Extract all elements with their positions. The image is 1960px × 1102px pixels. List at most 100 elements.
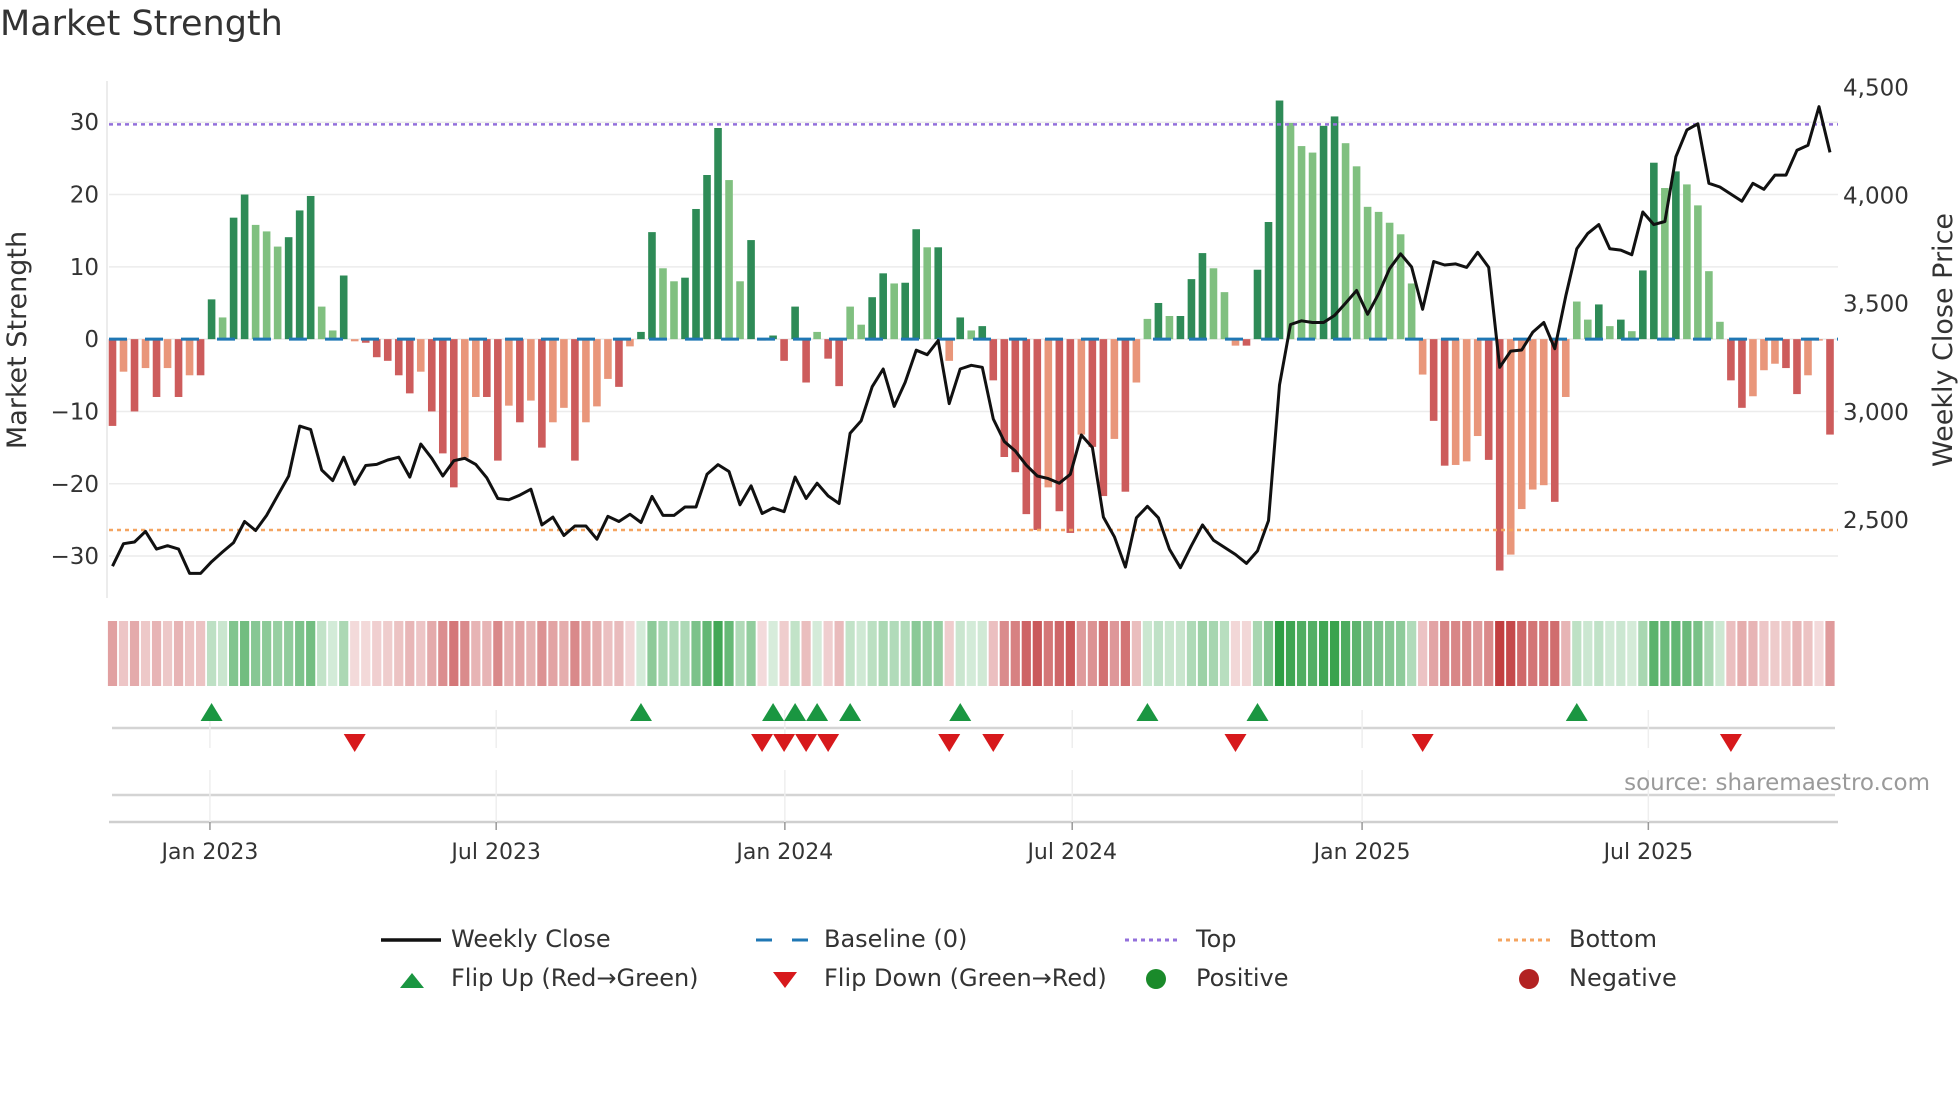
strength-bar xyxy=(1760,339,1768,371)
strength-bar xyxy=(196,339,205,376)
heat-cell xyxy=(107,621,118,686)
flip-up-marker xyxy=(629,703,652,721)
heat-cell xyxy=(1781,621,1791,686)
legend-line-dotted-icon xyxy=(1498,925,1558,955)
heat-cell xyxy=(1495,621,1505,686)
y2-tick-label: 2,500 xyxy=(1843,508,1909,534)
strength-bar xyxy=(1165,316,1174,340)
strength-bar xyxy=(1617,319,1625,340)
flip-down-marker xyxy=(1719,734,1742,752)
heat-cell xyxy=(1473,621,1483,686)
heat-cell xyxy=(1803,621,1813,686)
strength-bar xyxy=(405,339,414,394)
heat-cell xyxy=(1550,621,1560,686)
strength-bar xyxy=(1341,143,1350,340)
heat-cell xyxy=(262,621,272,686)
heat-cell xyxy=(295,621,305,686)
strength-bar xyxy=(1826,339,1834,435)
heat-cell xyxy=(625,621,635,686)
heat-cell xyxy=(206,621,217,686)
heat-cell xyxy=(867,621,877,686)
heat-cell xyxy=(526,621,536,686)
heat-cell xyxy=(1351,621,1362,686)
strength-bar xyxy=(1275,100,1284,340)
strength-bar xyxy=(1572,301,1581,340)
heat-cell xyxy=(856,621,866,686)
x-tick-label: Jan 2023 xyxy=(159,840,258,865)
heat-cell xyxy=(217,621,228,686)
strength-bar xyxy=(1110,339,1119,439)
heat-cell xyxy=(1770,621,1780,686)
strength-bar xyxy=(846,306,854,340)
strength-bar xyxy=(163,339,172,369)
heat-cell xyxy=(801,621,811,686)
heat-cell xyxy=(570,621,580,686)
heat-cell xyxy=(922,621,932,686)
heat-cell xyxy=(504,621,514,686)
strength-bar xyxy=(350,339,359,342)
flip-up-marker xyxy=(1136,703,1159,721)
strength-bar xyxy=(1176,316,1185,340)
strength-bar xyxy=(152,339,161,397)
strength-bar xyxy=(1319,125,1328,340)
heat-cell xyxy=(118,621,129,686)
heat-cell xyxy=(669,621,679,686)
strength-bar xyxy=(923,247,932,340)
strength-bars xyxy=(108,100,1834,571)
strength-bar xyxy=(1121,339,1130,492)
heat-cell xyxy=(1230,621,1241,686)
legend-triangle-down-icon xyxy=(754,964,814,994)
heat-cell xyxy=(988,621,998,686)
strength-bar xyxy=(659,268,667,340)
strength-bar xyxy=(1517,339,1526,510)
strength-bar xyxy=(1187,279,1196,340)
strength-bar xyxy=(1561,339,1570,397)
heat-cell xyxy=(1109,621,1119,686)
heat-cell xyxy=(173,621,184,686)
heat-cell xyxy=(195,621,206,686)
heat-cell xyxy=(140,621,151,686)
heat-cell xyxy=(1616,621,1626,686)
strength-bar xyxy=(240,194,249,340)
x-tick-label: Jan 2024 xyxy=(734,840,833,865)
strength-bar xyxy=(251,224,260,340)
flip-up-marker xyxy=(784,703,807,721)
flip-down-marker xyxy=(795,734,818,752)
strength-bar xyxy=(1484,339,1493,460)
heat-cell xyxy=(1021,621,1031,686)
strength-bar xyxy=(1286,122,1295,340)
strength-bar xyxy=(1264,222,1273,340)
heat-cell xyxy=(328,621,338,686)
y-axis-label: Market Strength xyxy=(2,231,33,449)
heat-cell xyxy=(1418,621,1428,686)
strength-bar xyxy=(427,339,436,412)
strength-bar xyxy=(1374,211,1383,340)
x-tick-label: Jul 2025 xyxy=(1602,840,1694,865)
strength-bar xyxy=(1727,339,1735,381)
heat-cell xyxy=(636,621,646,686)
heat-cell xyxy=(779,621,789,686)
heat-cell xyxy=(1285,621,1296,686)
heat-cell xyxy=(1219,621,1230,686)
y-tick-label: 10 xyxy=(70,255,99,281)
strength-bar xyxy=(670,281,678,340)
legend-circle-icon xyxy=(1498,964,1558,994)
heat-cell xyxy=(812,621,822,686)
heat-cell xyxy=(603,621,613,686)
strength-bar xyxy=(615,339,623,387)
heat-cell xyxy=(1175,621,1186,686)
heat-cell xyxy=(482,621,492,686)
strength-bar xyxy=(1694,205,1702,340)
strength-bar xyxy=(736,281,744,340)
heat-cell xyxy=(768,621,778,686)
heat-cell xyxy=(548,621,558,686)
heat-cell xyxy=(372,621,382,686)
market-strength-chart: −30 −20 −10 0 10 20 30 2,500 3,000 3,500 4,000 4,50… xyxy=(2,75,1959,865)
strength-bar xyxy=(1473,339,1482,437)
flip-up-marker xyxy=(949,703,972,721)
heat-cell xyxy=(680,621,690,686)
strength-heat-strip xyxy=(107,621,1835,686)
flip-down-marker xyxy=(343,734,366,752)
heat-cell xyxy=(1396,621,1406,686)
strength-bar xyxy=(416,339,425,372)
